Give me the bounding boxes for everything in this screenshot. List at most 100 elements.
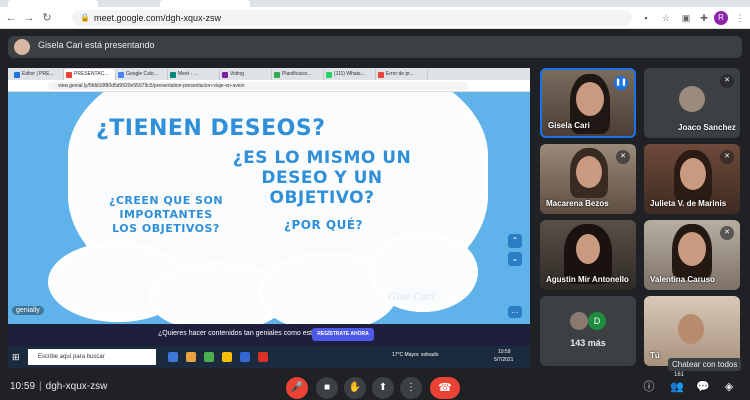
camera-icon[interactable]: ▪ (640, 12, 652, 24)
participant-face (678, 314, 704, 344)
participant-name: Agustin Mir Antonello (546, 275, 629, 284)
chrome-icon[interactable] (222, 352, 232, 362)
speaking-icon: ❚❚ (614, 76, 628, 90)
powerpoint-icon[interactable] (258, 352, 268, 362)
menu-icon[interactable]: ⋮ (734, 12, 746, 24)
slide-signature: Gise Cari (388, 292, 436, 303)
banner-text: ¿Quieres hacer contenidos tan geniales c… (158, 330, 320, 337)
shared-browser-tabs: Editor | PRE... PRESENTAC... Google Calo..… (8, 68, 530, 80)
people-icon[interactable]: 👥 (670, 380, 684, 394)
shared-address-bar: view.genial.ly/5fdd10f80d5d9920e55079c5/… (8, 80, 530, 92)
people-count: 161 (674, 372, 685, 378)
participant-name: Gisela Cari (548, 121, 590, 130)
shared-browser-tab: Planificacio... (272, 69, 324, 80)
signup-button[interactable]: REGÍSTRATE AHORA (312, 328, 374, 341)
shared-tab-label: Planificacio... (282, 71, 312, 77)
more-participants-tile[interactable]: D 143 más (540, 296, 636, 366)
profile-avatar[interactable]: R (714, 11, 728, 25)
presenter-avatar (14, 39, 30, 55)
activities-icon[interactable]: ◈ (722, 380, 736, 394)
word-icon[interactable] (240, 352, 250, 362)
url-field[interactable]: 🔒 meet.google.com/dgh-xqux-zsw (72, 10, 632, 26)
participant-avatar (679, 86, 705, 112)
taskbar-date: 5/7/2021 (494, 357, 514, 363)
participant-tile[interactable]: ✕ Macarena Bezos (540, 144, 636, 214)
shared-tab-label: Meet - ... (178, 71, 198, 77)
end-call-button[interactable]: ☎ (430, 377, 460, 399)
windows-start-icon[interactable]: ⊞ (12, 352, 22, 362)
back-icon[interactable]: ← (4, 11, 18, 25)
shared-browser-tab: Voting (220, 69, 272, 80)
chat-tooltip: Chatear con todos (668, 358, 742, 371)
info-icon[interactable]: ⓘ (642, 380, 656, 394)
present-button[interactable]: ⬆ (372, 377, 394, 399)
lock-icon: 🔒 (80, 13, 90, 22)
weather-text: 17°C Mayor. soleado (392, 352, 439, 358)
shared-screen: Editor | PRE... PRESENTAC... Google Calo..… (8, 68, 530, 368)
participant-tile[interactable]: ✕ Valentina Caruso (644, 220, 740, 290)
tab-favicon-icon (274, 72, 280, 78)
shared-browser-tab: PRESENTAC... (64, 69, 116, 80)
mic-off-icon: ✕ (720, 74, 734, 88)
participant-tile[interactable]: ✕ Julieta V. de Marinis (644, 144, 740, 214)
more-participants-count: 143 más (570, 338, 606, 348)
extension-icon[interactable]: ▣ (680, 12, 692, 24)
shared-tab-label: Voting (230, 71, 244, 77)
mic-off-icon: ✕ (616, 150, 630, 164)
shared-browser-tab: Error de pr... (376, 69, 428, 80)
participant-face (576, 82, 604, 116)
tab-favicon-icon (170, 72, 176, 78)
browser-tab-active[interactable] (160, 0, 250, 7)
windows-search[interactable]: Escribe aquí para buscar (28, 349, 156, 365)
self-name: Tú (650, 351, 660, 360)
folder-icon[interactable] (186, 352, 196, 362)
participant-face (576, 156, 602, 188)
shared-tab-label: (111) Whats... (334, 71, 365, 77)
puzzle-icon[interactable]: ✚ (698, 12, 710, 24)
url-text: meet.google.com/dgh-xqux-zsw (94, 13, 222, 23)
more-options-button[interactable]: ⋮ (400, 377, 422, 399)
mic-off-button[interactable]: 🎤 (286, 377, 308, 399)
shared-browser-tab: Meet - ... (168, 69, 220, 80)
signup-banner: ¿Quieres hacer contenidos tan geniales c… (8, 324, 530, 346)
task-view-icon[interactable] (168, 352, 178, 362)
forward-icon[interactable]: → (22, 11, 36, 25)
shared-browser-tab: Editor | PRE... (12, 69, 64, 80)
mic-off-icon: ✕ (720, 226, 734, 240)
star-icon[interactable]: ☆ (660, 12, 672, 24)
shared-browser-tab: Google Calo... (116, 69, 168, 80)
slide-question: ¿CREEN QUE SON IMPORTANTES LOS OBJETIVOS… (108, 194, 224, 235)
meeting-time: 10:59 (10, 381, 36, 392)
reload-icon[interactable]: ↻ (40, 11, 54, 25)
shared-tab-label: Google Calo... (126, 71, 158, 77)
self-tile[interactable]: Tú (644, 296, 740, 366)
tab-favicon-icon (14, 72, 20, 78)
tab-favicon-icon (118, 72, 124, 78)
participant-tile[interactable]: ✕ Joaco Sanchez (644, 68, 740, 138)
genially-logo: genially (12, 306, 44, 315)
app-icon[interactable] (204, 352, 214, 362)
address-bar: ← → ↻ 🔒 meet.google.com/dgh-xqux-zsw ▪ ☆… (0, 7, 750, 29)
mic-off-icon: ✕ (720, 150, 734, 164)
participant-tile[interactable]: Agustin Mir Antonello (540, 220, 636, 290)
participant-name: Macarena Bezos (546, 199, 609, 208)
slide-why: ¿POR QUÉ? (284, 218, 363, 232)
camera-button[interactable]: ■ (316, 377, 338, 399)
slide-more-icon[interactable]: … (508, 306, 522, 318)
chat-icon[interactable]: 💬 (696, 380, 710, 394)
browser-tab[interactable] (8, 0, 98, 7)
participant-name: Julieta V. de Marinis (650, 199, 727, 208)
tab-favicon-icon (66, 72, 72, 78)
participant-name: Valentina Caruso (650, 275, 715, 284)
slide-title-1: ¿TIENEN DESEOS? (96, 116, 326, 141)
shared-tab-label: Error de pr... (386, 71, 414, 77)
slide-down-icon[interactable]: ⌄ (508, 252, 522, 266)
participant-tile[interactable]: ❚❚ Gisela Cari (540, 68, 636, 138)
slide-up-icon[interactable]: ⌃ (508, 234, 522, 248)
raise-hand-button[interactable]: ✋ (344, 377, 366, 399)
presenting-bar: Gisela Cari está presentando (8, 36, 742, 58)
shared-browser-tab: (111) Whats... (324, 69, 376, 80)
participant-face (576, 234, 600, 264)
shared-tab-label: Editor | PRE... (22, 71, 54, 77)
participant-avatar: D (588, 312, 606, 330)
